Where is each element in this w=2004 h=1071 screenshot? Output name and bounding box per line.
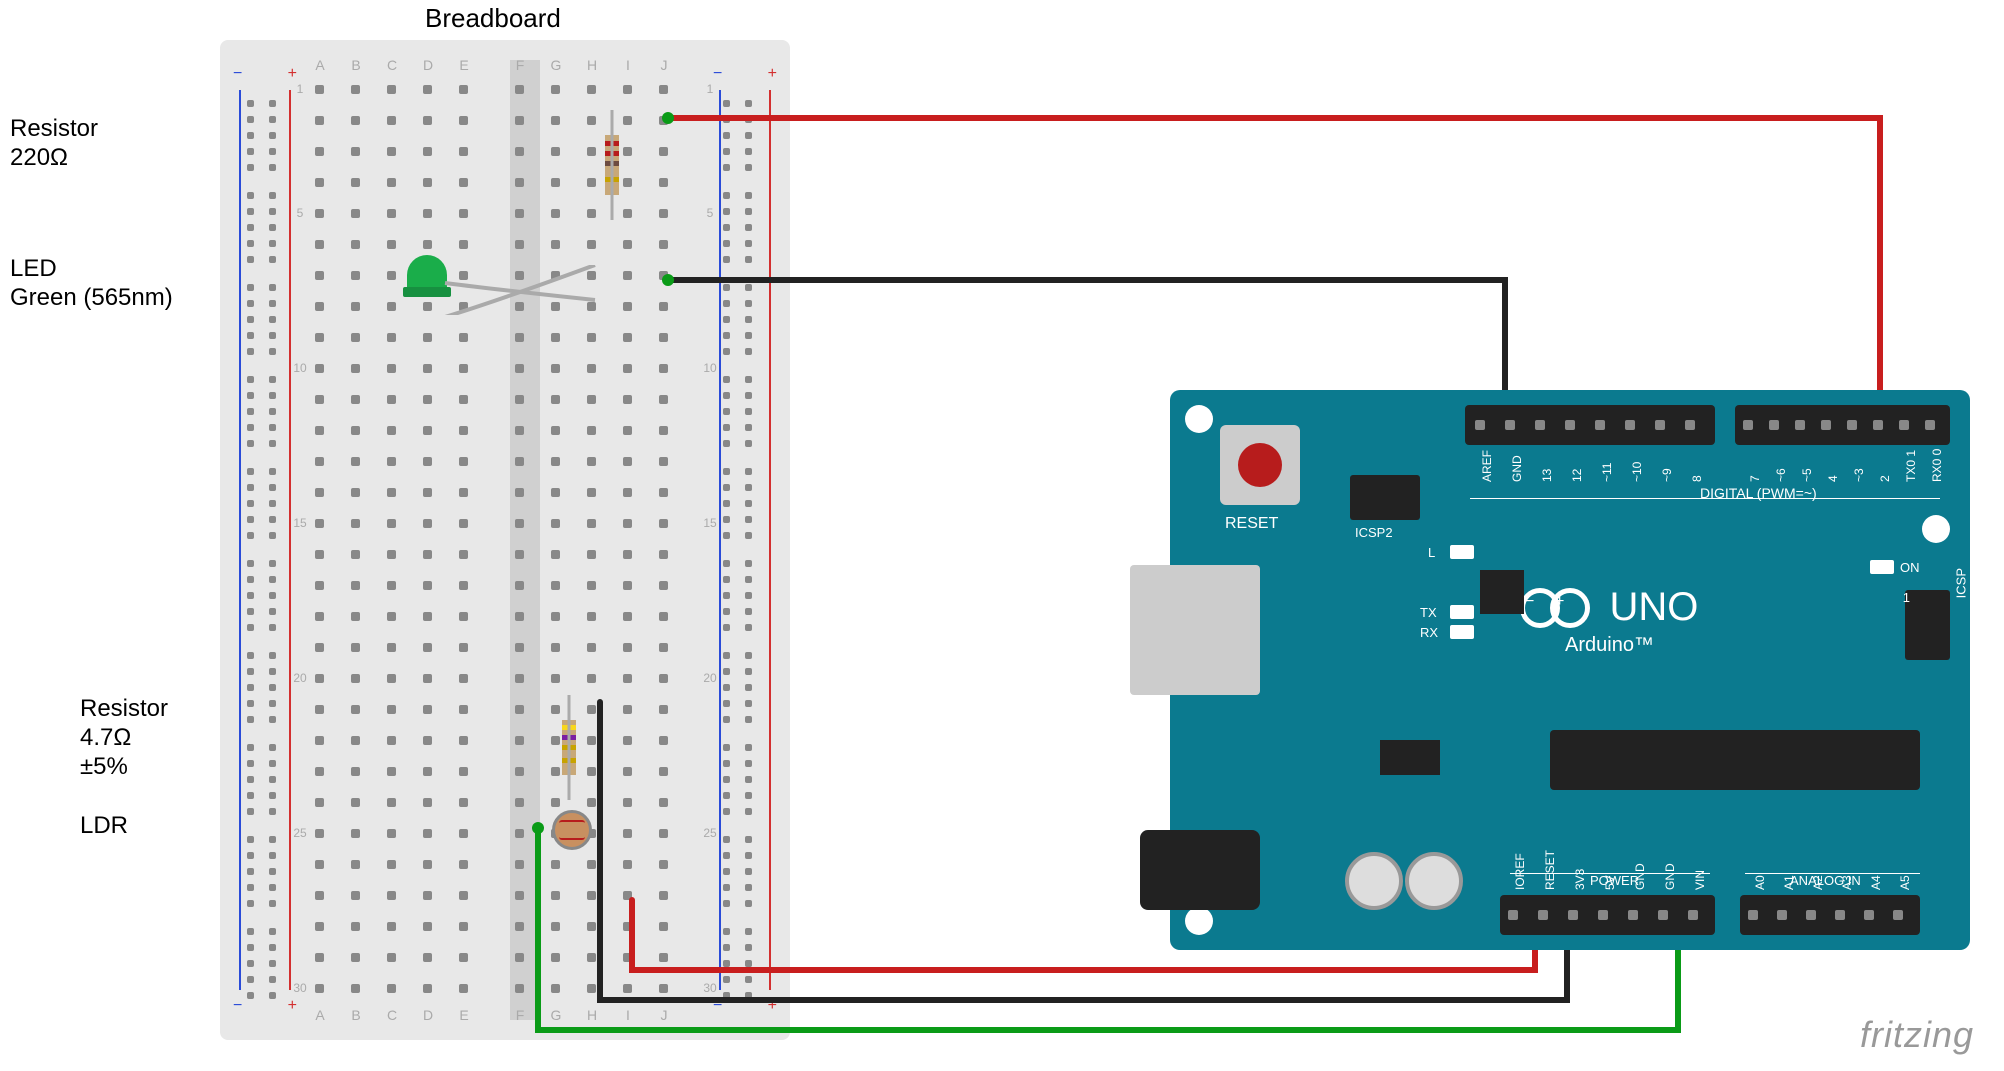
ldr-label: LDR <box>80 812 128 841</box>
rx-led <box>1450 625 1474 639</box>
capacitor-2 <box>1405 852 1463 910</box>
ldr-component <box>552 810 592 850</box>
tx-led <box>1450 605 1474 619</box>
fritzing-watermark: fritzing <box>1860 1014 1974 1056</box>
arduino-logo: −+ UNO Arduino™ <box>1520 585 1698 657</box>
power-header[interactable] <box>1500 895 1715 935</box>
led-label: LEDGreen (565nm) <box>10 255 173 313</box>
atmega-chip <box>1550 730 1920 790</box>
digital-header-right[interactable] <box>1735 405 1950 445</box>
resistor2-label: Resistor4.7Ω±5% <box>80 695 168 781</box>
resistor1-label: Resistor220Ω <box>10 115 98 173</box>
icsp-header[interactable] <box>1905 590 1950 660</box>
resistor-leads <box>605 110 625 220</box>
dc-jack[interactable] <box>1140 830 1260 910</box>
digital-header-left[interactable] <box>1465 405 1715 445</box>
reset-button[interactable] <box>1220 425 1300 505</box>
resistor2-leads <box>562 695 582 800</box>
on-led <box>1870 560 1894 574</box>
L-led <box>1450 545 1474 559</box>
breadboard-title: Breadboard <box>425 3 561 34</box>
fritzing-diagram: Breadboard Resistor220Ω LEDGreen (565nm)… <box>0 0 2004 1071</box>
usb-port[interactable] <box>1130 565 1260 695</box>
analog-header[interactable] <box>1740 895 1920 935</box>
led-leads <box>440 265 640 315</box>
arduino-uno: RESET ICSP2 ICSP 1 DIGITAL (PWM=~) POWER… <box>1170 390 1970 950</box>
breadboard: − + − + − + − + AABBCCDDEE151015202530 F… <box>220 40 790 1040</box>
icsp2-header[interactable] <box>1350 475 1420 520</box>
mcu-chip-icon <box>1480 570 1524 614</box>
tie-points-left: AABBCCDDEE151015202530 <box>315 60 495 1020</box>
regulator-icon <box>1380 740 1440 775</box>
capacitor-1 <box>1345 852 1403 910</box>
reset-label: RESET <box>1225 515 1278 533</box>
